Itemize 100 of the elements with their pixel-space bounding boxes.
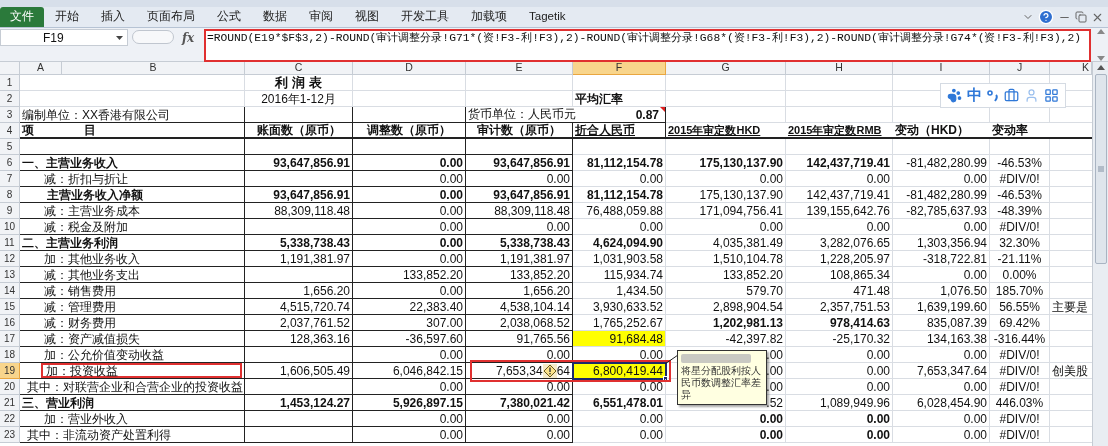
table-cell: 2,037,761.52 xyxy=(245,315,353,331)
row-header[interactable]: 2 xyxy=(0,91,20,107)
column-header[interactable]: I xyxy=(893,62,990,75)
formula-field[interactable]: =ROUND(E19*$F$3,2)-ROUND(审计调整分录!G71*(资!F3-利!F3),2)-ROUND(审计调整分录!G68*(资!F3-利!F3),2)-ROUND(审计调整分录!G74*(资!F3-利!F3),2) xyxy=(203,29,1091,62)
row-header[interactable]: 17 xyxy=(0,331,20,347)
table-cell[interactable]: 4,624,094.90 xyxy=(573,235,666,251)
table-cell: 编制单位：XX香港有限公司 xyxy=(20,107,245,123)
row-header[interactable]: 22 xyxy=(0,411,20,427)
table-cell[interactable]: 1,031,903.58 xyxy=(573,251,666,267)
row-header[interactable]: 15 xyxy=(0,299,20,315)
table-cell: 5,338,738.43 xyxy=(466,235,573,251)
table-cell: 0.00 xyxy=(893,347,990,363)
table-cell[interactable]: 81,112,154.78 xyxy=(573,187,666,203)
column-header[interactable]: J xyxy=(990,62,1050,75)
table-cell: 446.03% xyxy=(990,395,1050,411)
table-cell[interactable]: 76,488,059.88 xyxy=(573,203,666,219)
table-cell[interactable]: 0.00 xyxy=(573,411,666,427)
table-cell[interactable]: 81,112,154.78 xyxy=(573,155,666,171)
table-cell: 171,094,756.41 xyxy=(666,203,786,219)
table-cell[interactable]: 1,434.50 xyxy=(573,283,666,299)
insert-function-button[interactable]: fx xyxy=(181,29,200,47)
row-header[interactable]: 20 xyxy=(0,379,20,395)
row-header[interactable]: 11 xyxy=(0,235,20,251)
ribbon-tab[interactable]: 数据 xyxy=(252,7,298,27)
table-cell: 0.00 xyxy=(353,219,466,235)
table-cell: 0.00 xyxy=(353,155,466,171)
row-header[interactable]: 16 xyxy=(0,315,20,331)
table-cell: 7,653,347.64 xyxy=(893,363,990,379)
grid-icon[interactable] xyxy=(1043,88,1059,103)
scroll-up-icon[interactable] xyxy=(1096,65,1105,70)
table-cell[interactable]: 6,551,478.01 xyxy=(573,395,666,411)
column-header[interactable]: K xyxy=(1050,62,1092,75)
row-header[interactable]: 4 xyxy=(0,123,20,139)
table-cell[interactable]: 0.00 xyxy=(573,427,666,443)
table-cell: 1,228,205.97 xyxy=(786,251,893,267)
restore-icon[interactable] xyxy=(1075,11,1087,23)
row-header[interactable]: 5 xyxy=(0,139,20,155)
punctuation-icon[interactable] xyxy=(987,88,1000,103)
row-header[interactable]: 9 xyxy=(0,203,20,219)
table-cell[interactable]: 3,930,633.52 xyxy=(573,299,666,315)
row-header[interactable]: 23 xyxy=(0,427,20,443)
table-cell: 调整数（原币） xyxy=(353,123,466,139)
row-label: 减：税金及附加 xyxy=(43,219,129,234)
row-header[interactable]: 14 xyxy=(0,283,20,299)
input-mode-toggle[interactable]: 中 xyxy=(967,84,983,107)
row-label: 减：折扣与折让 xyxy=(43,171,129,186)
row-label: 减：主营业务成本 xyxy=(43,203,141,218)
briefcase-icon[interactable] xyxy=(1003,88,1019,103)
ribbon-tab[interactable]: 审阅 xyxy=(298,7,344,27)
error-warning-icon[interactable] xyxy=(542,363,557,378)
column-header[interactable]: A xyxy=(20,62,62,75)
table-cell[interactable]: 0.00 xyxy=(573,219,666,235)
row-header[interactable]: 7 xyxy=(0,171,20,187)
row-header[interactable]: 6 xyxy=(0,155,20,171)
table-cell[interactable]: 0.00 xyxy=(573,171,666,187)
file-tab[interactable]: 文件 xyxy=(0,7,44,27)
table-cell: 133,852.20 xyxy=(466,267,573,283)
paw-icon[interactable] xyxy=(947,88,963,103)
table-cell[interactable]: 91,684.48 xyxy=(573,331,666,347)
column-header[interactable]: E xyxy=(466,62,573,75)
column-header[interactable]: H xyxy=(786,62,893,75)
fill-handle[interactable] xyxy=(663,376,668,381)
column-header[interactable]: C xyxy=(245,62,353,75)
scrollbar-thumb[interactable] xyxy=(1094,74,1107,264)
name-box[interactable]: F19 xyxy=(0,29,128,46)
ribbon-tab[interactable]: 开发工具 xyxy=(390,7,460,27)
table-cell: 0.00 xyxy=(786,379,893,395)
column-header[interactable]: B xyxy=(62,62,245,75)
table-cell: 1,656.20 xyxy=(245,283,353,299)
ribbon-tab[interactable]: 页面布局 xyxy=(136,7,206,27)
row-header[interactable]: 10 xyxy=(0,219,20,235)
table-cell[interactable]: 0.00 xyxy=(573,379,666,395)
ribbon-tab[interactable]: 插入 xyxy=(90,7,136,27)
table-cell: 0.00 xyxy=(786,347,893,363)
ribbon-tab[interactable]: 公式 xyxy=(206,7,252,27)
resize-grip[interactable] xyxy=(131,30,174,44)
table-cell: #DIV/0! xyxy=(990,363,1050,379)
row-header[interactable]: 13 xyxy=(0,267,20,283)
table-cell: 审计数（原币） xyxy=(466,123,573,139)
table-cell: 0.00 xyxy=(893,267,990,283)
column-header[interactable]: F xyxy=(573,62,666,75)
row-header[interactable]: 1 xyxy=(0,75,20,91)
row-label: 减：资产减值损失 xyxy=(43,331,141,346)
table-cell[interactable]: 6,800,419.44 xyxy=(573,363,666,379)
column-header[interactable]: G xyxy=(666,62,786,75)
row-header[interactable]: 12 xyxy=(0,251,20,267)
help-icon[interactable] xyxy=(1038,9,1054,25)
column-header[interactable]: D xyxy=(353,62,466,75)
table-cell[interactable]: 115,934.74 xyxy=(573,267,666,283)
row-header[interactable]: 8 xyxy=(0,187,20,203)
row-header[interactable]: 18 xyxy=(0,347,20,363)
dropdown-icon[interactable] xyxy=(115,35,123,40)
vertical-scrollbar[interactable] xyxy=(1092,62,1108,446)
ribbon-tab[interactable]: 加载项 xyxy=(460,7,518,27)
ribbon-tab[interactable]: 视图 xyxy=(344,7,390,27)
ribbon-tab[interactable]: 开始 xyxy=(44,7,90,27)
row-header[interactable]: 19 xyxy=(0,363,20,379)
row-header[interactable]: 21 xyxy=(0,395,20,411)
row-header[interactable]: 3 xyxy=(0,107,20,123)
ribbon-tab[interactable]: Tagetik xyxy=(518,7,577,27)
